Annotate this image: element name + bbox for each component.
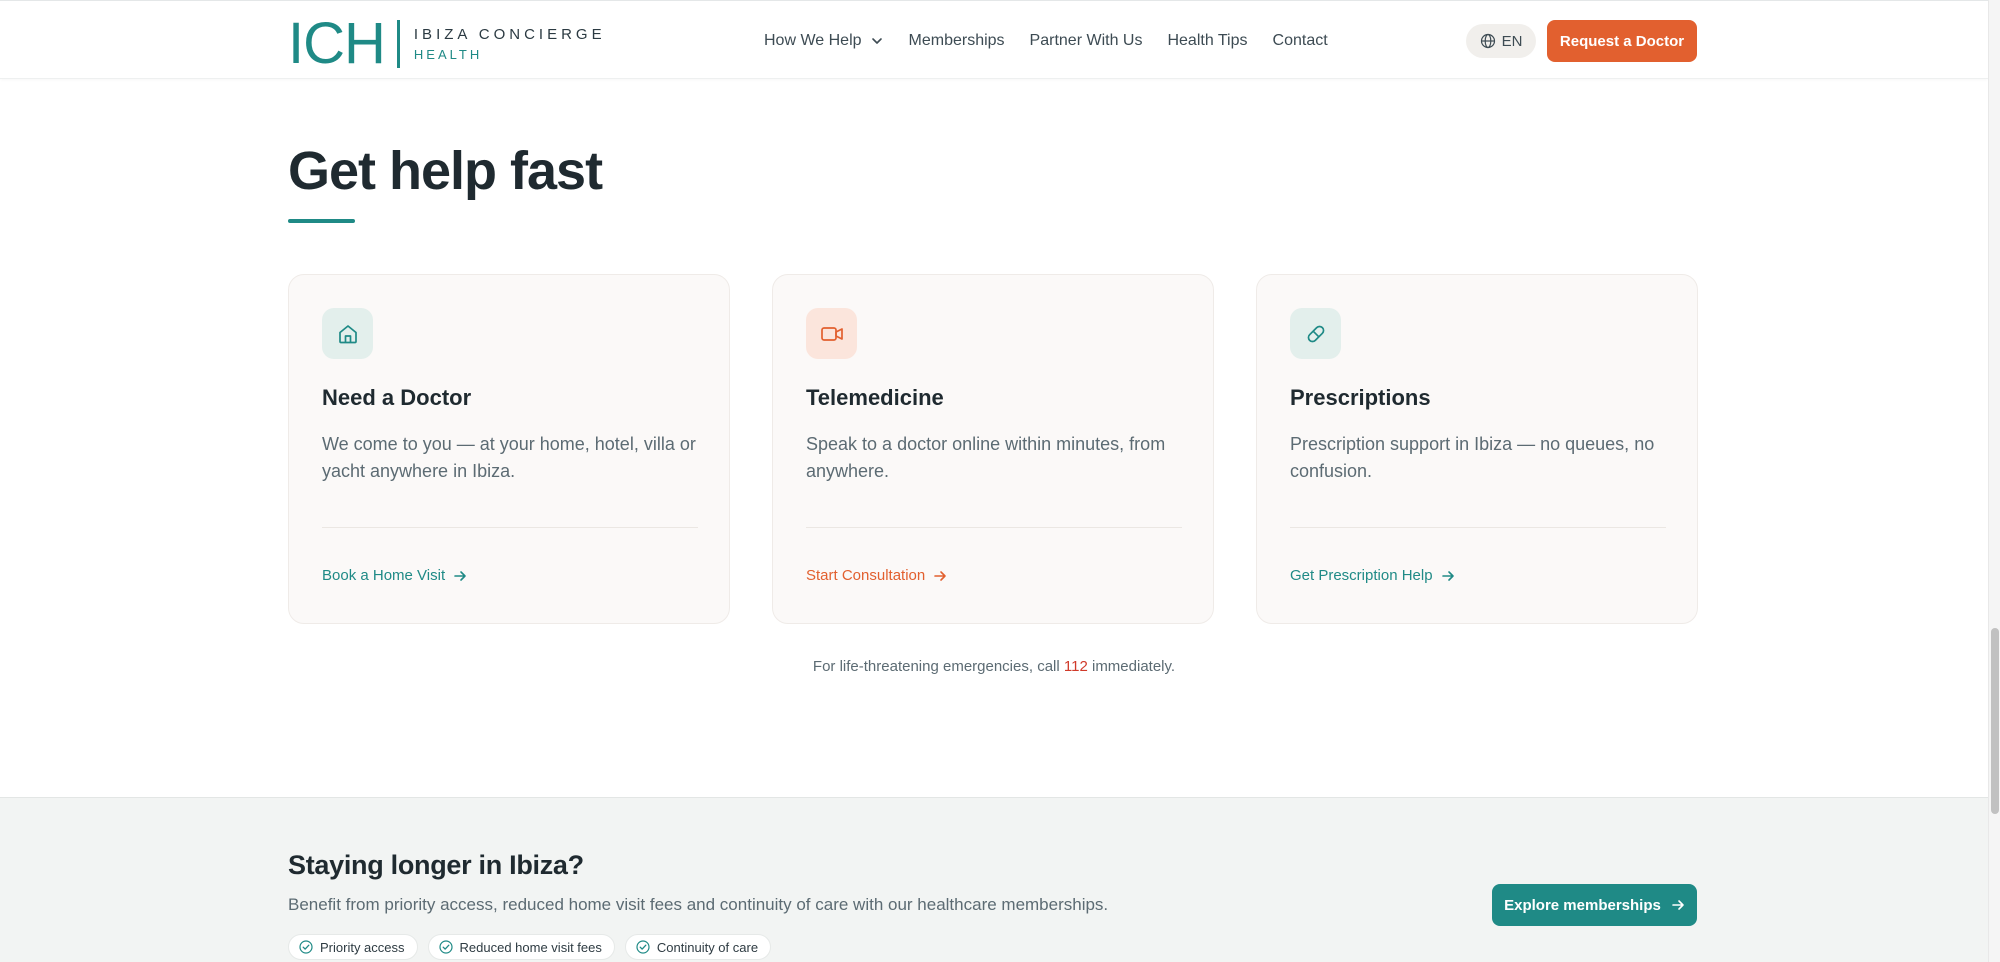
card-description: We come to you — at your home, hotel, vi… (322, 434, 696, 481)
card-title: Telemedicine (806, 385, 944, 410)
logo-mark: ICH (288, 11, 386, 76)
card-need-a-doctor: Need a Doctor We come to you — at your h… (288, 274, 730, 624)
arrow-right-icon (454, 570, 466, 581)
section-title: Get help fast (288, 141, 603, 201)
nav-item-how-we-help[interactable]: How We Help (764, 32, 884, 50)
nav-item-label: Memberships (908, 31, 1005, 49)
main-nav: How We Help Memberships Partner With Us … (764, 1, 1328, 80)
benefit-pill: Continuity of care (624, 934, 772, 960)
logo-text: IBIZA CONCIERGE HEALTH (414, 26, 606, 62)
logo-divider (396, 20, 400, 68)
globe-icon (1480, 33, 1495, 49)
emergency-note: For life-threatening emergencies, call 1… (0, 658, 1988, 675)
card-divider (322, 527, 698, 528)
pill-icon (1307, 325, 1324, 342)
page-scrollbar[interactable] (1988, 0, 2000, 962)
check-circle-icon (636, 940, 650, 954)
site-logo[interactable]: ICH IBIZA CONCIERGE HEALTH (288, 11, 606, 76)
nav-item-label: Partner With Us (1029, 31, 1143, 49)
card-description: Prescription support in Ibiza — no queue… (1290, 434, 1655, 481)
emergency-number[interactable]: 112 (1064, 658, 1088, 675)
arrow-right-icon (1672, 900, 1684, 910)
nav-item-label: Health Tips (1167, 31, 1248, 49)
explore-memberships-button[interactable]: Explore memberships (1492, 884, 1697, 926)
home-icon (338, 324, 357, 343)
membership-title: Staying longer in Ibiza? (288, 850, 584, 880)
site-header: ICH IBIZA CONCIERGE HEALTH How We Help M… (0, 0, 1988, 79)
card-icon-wrap (806, 308, 857, 359)
arrow-right-icon (1441, 570, 1454, 581)
membership-benefits: Priority access Reduced home visit fees … (288, 934, 772, 960)
emergency-suffix: immediately. (1091, 658, 1176, 675)
nav-item-label: How We Help (764, 31, 862, 49)
language-switcher[interactable]: EN (1466, 24, 1536, 58)
start-consultation-link[interactable]: Start Consultation (806, 567, 947, 584)
benefit-label: Priority access (320, 939, 405, 955)
nav-item-health-tips[interactable]: Health Tips (1167, 32, 1247, 50)
scrollbar-thumb[interactable] (1991, 628, 1999, 814)
card-title: Prescriptions (1290, 385, 1431, 410)
emergency-prefix: For life-threatening emergencies, call (812, 658, 1060, 675)
check-circle-icon (438, 940, 453, 954)
card-divider (1290, 527, 1666, 528)
benefit-pill: Priority access (288, 934, 418, 960)
nav-item-memberships[interactable]: Memberships (909, 32, 1005, 50)
card-link-label: Start Consultation (806, 567, 926, 584)
card-link-label: Get Prescription Help (1290, 567, 1433, 584)
benefit-pill: Reduced home visit fees (427, 934, 615, 960)
logo-line1: IBIZA CONCIERGE (413, 26, 606, 43)
card-title: Need a Doctor (322, 385, 472, 410)
membership-band: Staying longer in Ibiza? Benefit from pr… (0, 797, 1988, 962)
logo-line2: HEALTH (413, 47, 483, 62)
benefit-label: Reduced home visit fees (459, 939, 602, 955)
video-icon (820, 326, 843, 341)
book-home-visit-link[interactable]: Book a Home Visit (322, 567, 467, 584)
language-label: EN (1501, 32, 1523, 50)
card-link-label: Book a Home Visit (322, 567, 446, 584)
request-doctor-button[interactable]: Request a Doctor (1547, 20, 1697, 62)
nav-item-label: Contact (1272, 31, 1328, 49)
nav-item-contact[interactable]: Contact (1273, 32, 1328, 50)
card-telemedicine: Telemedicine Speak to a doctor online wi… (772, 274, 1214, 624)
benefit-label: Continuity of care (656, 939, 759, 955)
membership-description: Benefit from priority access, reduced ho… (288, 895, 1109, 914)
card-description: Speak to a doctor online within minutes,… (806, 434, 1166, 481)
card-prescriptions: Prescriptions Prescription support in Ib… (1256, 274, 1698, 624)
title-underline (288, 219, 355, 223)
card-icon-wrap (1290, 308, 1341, 359)
check-circle-icon (299, 940, 313, 954)
card-divider (806, 527, 1182, 528)
nav-item-partner-with-us[interactable]: Partner With Us (1030, 32, 1143, 50)
chevron-down-icon (871, 37, 882, 44)
arrow-right-icon (934, 570, 947, 581)
button-label: Explore memberships (1504, 896, 1661, 914)
get-prescription-help-link[interactable]: Get Prescription Help (1290, 567, 1455, 584)
card-icon-wrap (322, 308, 373, 359)
